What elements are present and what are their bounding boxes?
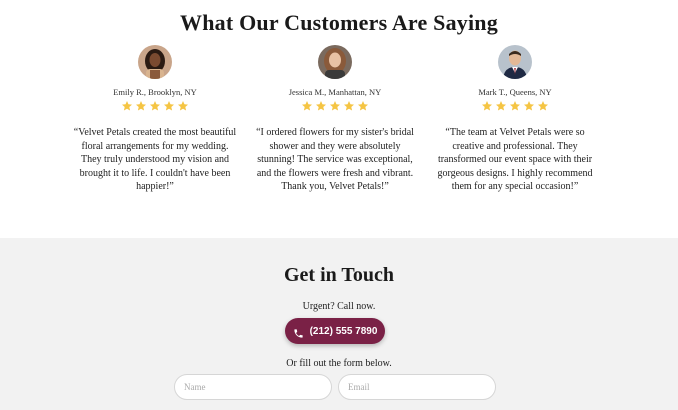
star-rating (435, 100, 595, 114)
star-icon (149, 100, 161, 112)
star-icon (315, 100, 327, 112)
star-icon (329, 100, 341, 112)
contact-section: Get in Touch Urgent? Call now. (212) 555… (0, 238, 678, 410)
star-rating (75, 100, 235, 114)
star-icon (301, 100, 313, 112)
star-icon (343, 100, 355, 112)
testimonial-card: Mark T., Queens, NY “The team at Velvet … (435, 45, 595, 194)
form-intro: Or fill out the form below. (286, 358, 392, 369)
testimonial-quote: “I ordered flowers for my sister's brida… (256, 127, 414, 192)
testimonials-title: What Our Customers Are Saying (180, 10, 498, 35)
avatar (498, 45, 532, 79)
star-icon (495, 100, 507, 112)
urgent-text: Urgent? Call now. (302, 301, 376, 312)
customer-name: Jessica M., Manhattan, NY (288, 87, 382, 97)
star-icon (523, 100, 535, 112)
star-rating (255, 100, 415, 114)
contact-title: Get in Touch (283, 264, 395, 286)
call-button[interactable]: (212) 555 7890 (285, 318, 385, 344)
call-button-label: (212) 555 7890 (309, 325, 378, 337)
star-icon (163, 100, 175, 112)
testimonial-card: Emily R., Brooklyn, NY “Velvet Petals cr… (73, 45, 237, 194)
star-icon (509, 100, 521, 112)
email-field[interactable] (338, 374, 496, 400)
star-icon (537, 100, 549, 112)
testimonial-quote: “The team at Velvet Petals were so creat… (437, 127, 593, 192)
star-icon (177, 100, 189, 112)
star-icon (135, 100, 147, 112)
avatar (318, 45, 352, 79)
testimonial-quote: “Velvet Petals created the most beautifu… (73, 127, 237, 192)
testimonials-section: What Our Customers Are Saying Emily R., … (0, 0, 678, 238)
customer-name: Mark T., Queens, NY (478, 87, 552, 97)
avatar (138, 45, 172, 79)
name-field[interactable] (174, 374, 332, 400)
testimonial-card: Jessica M., Manhattan, NY “I ordered flo… (255, 45, 415, 194)
customer-name: Emily R., Brooklyn, NY (113, 87, 197, 97)
star-icon (357, 100, 369, 112)
phone-icon (293, 326, 304, 338)
star-icon (121, 100, 133, 112)
star-icon (481, 100, 493, 112)
